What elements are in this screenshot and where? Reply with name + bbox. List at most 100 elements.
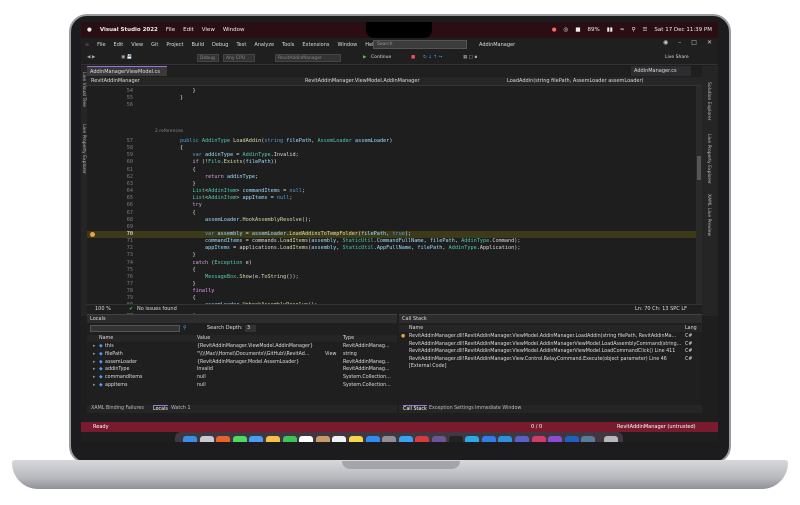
tab-exception-settings[interactable]: Exception Settings [429,405,474,413]
revit-icon[interactable] [564,436,579,442]
issues-status[interactable]: No issues found [137,307,177,312]
vs-menu-project[interactable]: Project [166,42,183,48]
locals-row[interactable]: ▸ ◆ commandItems null System.Collection... [87,374,397,381]
tab-locals[interactable]: Locals [153,405,168,413]
local-value[interactable]: {RevitAddinManager.ViewModel.AddinManage… [197,343,313,350]
platform-select[interactable]: Any CPU [223,54,255,62]
parallels-icon[interactable] [415,436,430,442]
col-value[interactable]: Value [197,335,210,342]
expand-icon[interactable]: ▸ [93,351,95,358]
code-line[interactable]: 74 catch (Exception e) [87,260,696,267]
code-line[interactable]: 63 } [87,181,696,188]
step-icons[interactable]: ↻ ↓ ↑ ↪ [423,54,442,62]
live-share-button[interactable]: Live Share [665,54,689,62]
status-icon[interactable]: ◎ [564,27,569,33]
continue-icon[interactable]: ▶ [363,54,366,62]
teams-icon[interactable] [515,436,529,442]
battery-icon[interactable]: ▮▮ [607,27,613,33]
menu-view[interactable]: View [202,27,215,33]
code-line[interactable]: 65 List<AddinItem> appItems = null; [87,195,696,202]
side-tab-xaml-preview[interactable]: XAML Live Preview [706,194,711,236]
notes-icon[interactable] [349,436,363,442]
col-name[interactable]: Name [409,325,423,332]
code-line[interactable]: 64 List<AddinItem> commandItems = null; [87,188,696,195]
code-line[interactable]: 69 [87,224,696,231]
breakpoint-icon[interactable] [90,231,95,237]
finder-icon[interactable] [183,436,197,442]
wifi-icon[interactable]: ≈ [620,27,625,33]
vs-menu-view[interactable]: View [131,42,143,48]
launchpad-icon[interactable] [199,436,214,442]
code-line[interactable]: 58 { [87,145,696,152]
tab-call-stack[interactable]: Call Stack [403,405,427,413]
expand-icon[interactable]: ▸ [93,366,95,373]
vs-search-input[interactable]: Search [373,40,467,49]
tab-immediate-window[interactable]: Immediate Window [475,405,521,413]
nav-member[interactable]: LoadAddin(string filePath, AssemLoader a… [507,79,644,84]
callstack-row[interactable]: RevitAddinManager.dll!RevitAddinManager.… [399,341,702,348]
code-editor[interactable]: 2 references 54 } 55 } 56 57 public AddinTy… [87,86,696,323]
menu-window[interactable]: Window [223,27,245,33]
code-line[interactable]: 68 assemLoader.HookAssemblyResolve(); [87,217,696,224]
rider-icon[interactable] [531,436,546,442]
vs-menu-git[interactable]: Git [151,42,158,48]
locals-row[interactable]: ▸ ◆ assemLoader {RevitAddinManager.Model.As… [87,359,397,366]
github-icon[interactable] [432,436,446,442]
minimize-icon[interactable]: – [678,39,681,46]
locals-row[interactable]: ▸ ◆ appItems null System.Collection... [87,382,397,389]
code-line[interactable]: 57 public AddinType LoadAddin(string fil… [87,138,696,145]
side-tab-live-property-explorer[interactable]: Live Property Explorer [81,124,86,174]
tab-addinmanager[interactable]: AddinManager.cs [631,66,691,76]
mail-icon[interactable] [249,436,264,442]
status-icon[interactable]: ■ [575,27,580,33]
settings-icon[interactable] [382,436,397,442]
expand-icon[interactable]: ▸ [93,382,95,389]
visualstudio-icon[interactable] [548,436,563,442]
code-line[interactable]: 60 if (!File.Exists(filePath)) [87,159,696,166]
contacts-icon[interactable] [315,436,330,442]
search-icon[interactable]: ⚲ [631,27,635,33]
local-value[interactable]: null [197,374,206,381]
code-line[interactable]: 67 { [87,210,696,217]
reminders-icon[interactable] [332,436,347,442]
local-value[interactable]: null [197,382,206,389]
callstack-row[interactable]: [External Code] [399,363,702,370]
safari-icon[interactable] [398,436,413,442]
code-line[interactable]: 66 try [87,202,696,209]
config-select[interactable]: Debug [197,54,219,62]
nav-project[interactable]: RevitAddinManager [91,79,140,84]
tab-watch[interactable]: Watch 1 [171,405,191,413]
code-line[interactable]: 56 [87,102,696,109]
project-select[interactable]: RevitAddinManager [275,54,341,62]
references-lens[interactable]: 2 references [155,129,183,135]
code-line[interactable]: 61 { [87,167,696,174]
nav-class[interactable]: RevitAddinManager.ViewModel.AddinManager [305,79,420,84]
code-line[interactable]: 78 finally [87,288,696,295]
local-value[interactable]: "\\\\Mac\\Home\\Documents\\GitHub\\Revit… [197,351,309,358]
maximize-icon[interactable]: □ [691,39,697,46]
appstore-icon[interactable] [365,436,380,442]
zoom-level[interactable]: 100 % [95,307,111,312]
messages-icon[interactable] [232,436,247,442]
vs-menu-extensions[interactable]: Extensions [302,42,329,48]
vs-menu-build[interactable]: Build [191,42,204,48]
debug-tools-icons[interactable]: ▦ □ ▪ [463,54,477,62]
local-value[interactable]: Invalid [197,366,213,373]
locals-row[interactable]: ▸ ◆ this {RevitAddinManager.ViewModel.Addin… [87,343,397,350]
code-line[interactable]: 70 var assembly = assemLoader.LoadAddins… [87,230,696,238]
preview-icon[interactable] [581,436,596,442]
locals-row[interactable]: ▸ ◆ addinType Invalid RevitAddinManag... [87,366,397,373]
firefox-icon[interactable] [216,436,231,442]
new-file-icon[interactable]: ▣ 💾 [121,54,132,62]
local-value[interactable]: {RevitAddinManager.Model.AssemLoader} [197,359,299,366]
side-tab-solution-explorer[interactable]: Solution Explorer [706,82,711,121]
code-line[interactable]: 75 { [87,267,696,274]
calendar-icon[interactable] [299,436,314,442]
apple-icon[interactable]: ● [87,27,92,33]
code-line[interactable]: 79 { [87,295,696,302]
vs-menu-window[interactable]: Window [338,42,358,48]
depth-select[interactable]: 3 [245,325,257,332]
callstack-row[interactable]: RevitAddinManager.dll!RevitAddinManager.… [399,356,702,363]
todo-icon[interactable] [481,436,496,442]
close-icon[interactable]: ✕ [707,39,712,46]
